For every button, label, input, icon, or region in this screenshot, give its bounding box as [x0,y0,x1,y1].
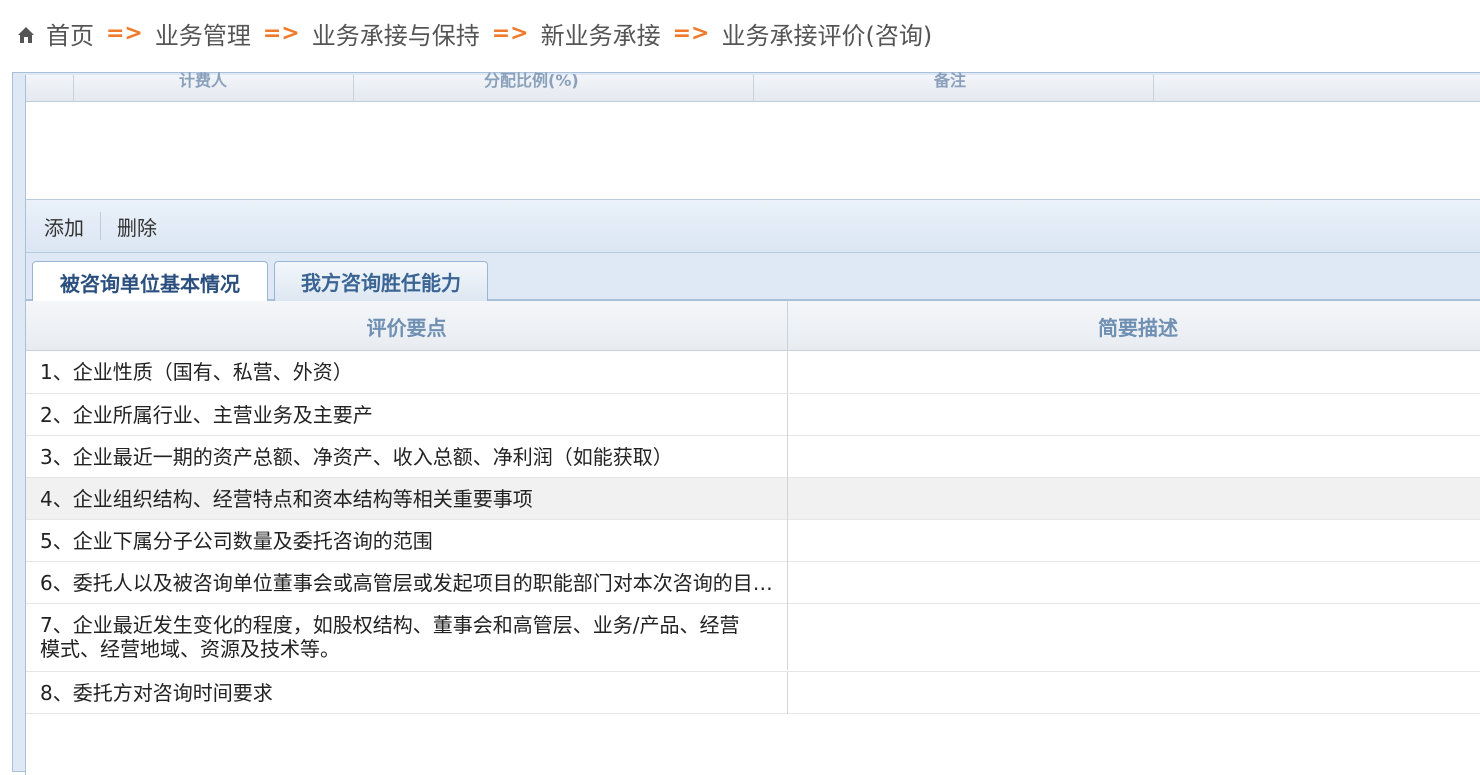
fee-grid-col-remark: 备注 [754,71,1154,102]
evaluation-point-cell: 8、委托方对咨询时间要求 [26,672,788,714]
add-button[interactable]: 添加 [32,212,96,241]
evaluation-point-cell: 3、企业最近一期的资产总额、净资产、收入总额、净利润（如能获取） [26,436,788,478]
home-icon[interactable] [16,23,36,43]
tab-bar: 被咨询单位基本情况 我方咨询胜任能力 [26,253,1480,303]
breadcrumb-separator: => [672,20,710,46]
breadcrumb-business-management[interactable]: 业务管理 [155,16,251,51]
table-row[interactable]: 7、企业最近发生变化的程度，如股权结构、董事会和高管层、业务/产品、经营模式、经… [26,604,1480,672]
table-row[interactable]: 3、企业最近一期的资产总额、净资产、收入总额、净利润（如能获取） [26,436,1480,478]
breadcrumb-separator: => [491,20,529,46]
column-header-evaluation-point[interactable]: 评价要点 [26,301,788,351]
evaluation-point-cell: 4、企业组织结构、经营特点和资本结构等相关重要事项 [26,478,788,520]
main-panel: 计费人 分配比例(%) 备注 添加 删除 被咨询单位基本情况 我方咨询胜任能力 … [12,71,1480,775]
fee-grid-col-person-label: 计费人 [179,71,228,90]
tab-our-consulting-capability[interactable]: 我方咨询胜任能力 [274,261,488,301]
breadcrumb-separator: => [262,20,300,46]
fee-grid-body [26,102,1480,199]
table-row[interactable]: 8、委托方对咨询时间要求 [26,672,1480,714]
fee-grid-col-ratio-label: 分配比例(%) [484,71,579,90]
evaluation-point-cell: 6、委托人以及被咨询单位董事会或高管层或发起项目的职能部门对本次咨询的目的和要求 [26,562,788,604]
breadcrumb-business-undertaking[interactable]: 业务承接与保持 [312,16,480,51]
fee-grid-col-remark-label: 备注 [934,71,967,90]
breadcrumb: 首页 => 业务管理 => 业务承接与保持 => 新业务承接 => 业务承接评价… [0,0,1480,66]
breadcrumb-new-business[interactable]: 新业务承接 [541,16,661,51]
description-cell[interactable] [789,478,1480,519]
evaluation-grid: 评价要点 简要描述 1、企业性质（国有、私营、外资） 2、企业所属行业、主营业务… [26,301,1480,714]
fee-grid-header: 计费人 分配比例(%) 备注 [26,71,1480,102]
table-row[interactable]: 6、委托人以及被咨询单位董事会或高管层或发起项目的职能部门对本次咨询的目的和要求 [26,562,1480,604]
description-cell[interactable] [789,562,1480,603]
grid-toolbar: 添加 删除 [26,199,1480,253]
table-row[interactable]: 1、企业性质（国有、私营、外资） [26,351,1480,394]
evaluation-point-cell: 2、企业所属行业、主营业务及主要产 [26,394,788,436]
breadcrumb-separator: => [106,20,143,46]
fee-grid-checkbox-col [26,75,74,102]
toolbar-divider [100,212,101,240]
column-header-brief-description[interactable]: 简要描述 [788,301,1480,351]
description-cell[interactable] [789,351,1480,393]
description-cell[interactable] [789,520,1480,561]
evaluation-point-cell: 5、企业下属分子公司数量及委托咨询的范围 [26,520,788,562]
tab-consulted-unit-info[interactable]: 被咨询单位基本情况 [32,261,268,303]
evaluation-point-cell: 1、企业性质（国有、私营、外资） [26,351,788,393]
evaluation-grid-header: 评价要点 简要描述 [26,301,1480,351]
description-cell[interactable] [789,672,1480,713]
breadcrumb-current-page: 业务承接评价(咨询) [721,21,933,50]
delete-button[interactable]: 删除 [105,212,169,241]
panel-content: 计费人 分配比例(%) 备注 添加 删除 被咨询单位基本情况 我方咨询胜任能力 … [25,71,1480,775]
fee-grid-col-ratio: 分配比例(%) [354,71,754,102]
table-row[interactable]: 2、企业所属行业、主营业务及主要产 [26,394,1480,436]
breadcrumb-home[interactable]: 首页 [46,16,94,51]
fee-grid-col-person: 计费人 [74,71,354,102]
table-row[interactable]: 5、企业下属分子公司数量及委托咨询的范围 [26,520,1480,562]
description-cell[interactable] [789,436,1480,477]
description-cell[interactable] [789,394,1480,435]
table-row-hover[interactable]: 4、企业组织结构、经营特点和资本结构等相关重要事项 [26,478,1480,520]
evaluation-point-cell: 7、企业最近发生变化的程度，如股权结构、董事会和高管层、业务/产品、经营模式、经… [26,604,788,670]
description-cell[interactable] [789,604,1480,671]
